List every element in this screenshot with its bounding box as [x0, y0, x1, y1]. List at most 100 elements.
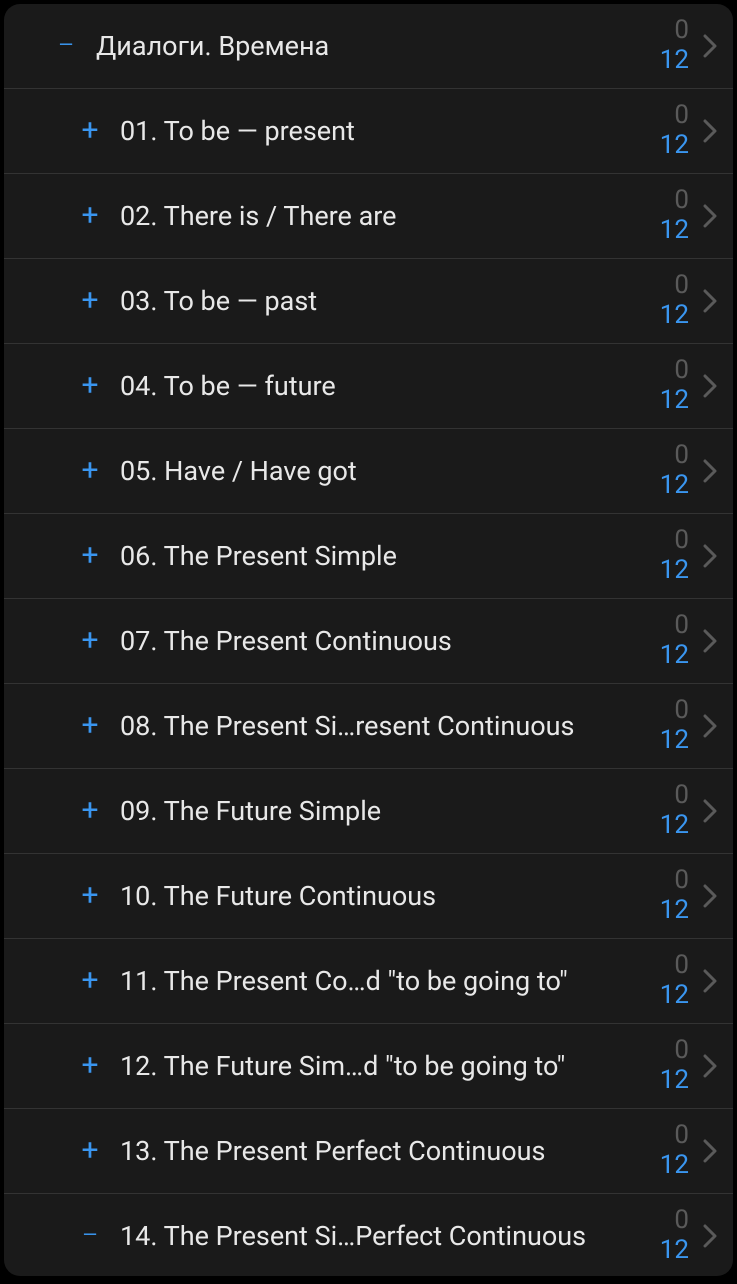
list-header-row[interactable]: − Диалоги. Времена 0 12	[4, 4, 733, 89]
count-total: 12	[660, 1066, 689, 1096]
count-completed: 0	[674, 186, 689, 216]
list-item[interactable]: −14. The Present Si…Perfect Continuous 01…	[4, 1194, 733, 1276]
item-label: 13. The Present Perfect Continuous	[120, 1135, 660, 1167]
list-item[interactable]: +04. To be — future 012	[4, 344, 733, 429]
chevron-right-icon	[703, 714, 717, 738]
expand-icon[interactable]: +	[76, 456, 104, 486]
chevron-right-icon	[703, 799, 717, 823]
expand-icon[interactable]: +	[76, 541, 104, 571]
item-counts: 012	[660, 696, 689, 756]
header-label: Диалоги. Времена	[96, 30, 660, 62]
expand-icon[interactable]: +	[76, 1136, 104, 1166]
chevron-right-icon	[703, 884, 717, 908]
item-counts: 012	[660, 866, 689, 926]
item-counts: 012	[660, 101, 689, 161]
list-item[interactable]: +07. The Present Continuous 012	[4, 599, 733, 684]
list-item[interactable]: +12. The Future Sim…d "to be going to"01…	[4, 1024, 733, 1109]
item-label: 14. The Present Si…Perfect Continuous	[120, 1220, 660, 1252]
chevron-right-icon	[703, 1224, 717, 1248]
list-item[interactable]: +02. There is / There are012	[4, 174, 733, 259]
item-counts: 012	[660, 951, 689, 1011]
plus-icon: +	[81, 1136, 98, 1166]
count-total: 12	[660, 896, 689, 926]
chevron-right-icon	[703, 459, 717, 483]
expand-icon[interactable]: +	[76, 796, 104, 826]
list-item[interactable]: +05. Have / Have got012	[4, 429, 733, 514]
plus-icon: +	[81, 541, 98, 571]
item-counts: 012	[660, 441, 689, 501]
header-counts: 0 12	[660, 16, 689, 76]
count-total: 12	[660, 1151, 689, 1181]
count-completed: 0	[674, 781, 689, 811]
expand-icon[interactable]: +	[76, 626, 104, 656]
item-label: 02. There is / There are	[120, 200, 660, 232]
count-total: 12	[660, 1236, 689, 1266]
list-item[interactable]: +09. The Future Simple012	[4, 769, 733, 854]
list-item[interactable]: +13. The Present Perfect Continuous012	[4, 1109, 733, 1194]
list-item[interactable]: +01. To be — present012	[4, 89, 733, 174]
count-completed: 0	[674, 101, 689, 131]
plus-icon: +	[81, 286, 98, 316]
list-item[interactable]: +06. The Present Simple012	[4, 514, 733, 599]
chevron-right-icon	[703, 1139, 717, 1163]
count-completed: 0	[674, 866, 689, 896]
expand-icon[interactable]: +	[76, 201, 104, 231]
count-total: 12	[660, 471, 689, 501]
count-completed: 0	[674, 1206, 689, 1236]
item-label: 09. The Future Simple	[120, 795, 660, 827]
expand-icon[interactable]: +	[76, 286, 104, 316]
count-completed: 0	[674, 526, 689, 556]
item-label: 05. Have / Have got	[120, 455, 660, 487]
expand-icon[interactable]: +	[76, 881, 104, 911]
item-counts: 012	[660, 1121, 689, 1181]
plus-icon: +	[81, 966, 98, 996]
count-completed: 0	[674, 356, 689, 386]
collapse-icon[interactable]: −	[52, 31, 80, 61]
count-total: 12	[660, 981, 689, 1011]
plus-icon: +	[81, 796, 98, 826]
item-counts: 012	[660, 271, 689, 331]
count-completed: 0	[674, 271, 689, 301]
count-total: 12	[660, 216, 689, 246]
item-label: 07. The Present Continuous	[120, 625, 660, 657]
expand-icon[interactable]: +	[76, 966, 104, 996]
plus-icon: +	[81, 711, 98, 741]
item-counts: 012	[660, 186, 689, 246]
item-label: 04. To be — future	[120, 370, 660, 402]
expand-icon[interactable]: +	[76, 711, 104, 741]
item-label: 06. The Present Simple	[120, 540, 660, 572]
count-completed: 0	[674, 611, 689, 641]
chevron-right-icon	[703, 204, 717, 228]
list-item[interactable]: +11. The Present Co…d "to be going to"01…	[4, 939, 733, 1024]
list-container: − Диалоги. Времена 0 12 +01. To be — pre…	[4, 4, 733, 1276]
count-completed: 0	[674, 1036, 689, 1066]
expand-icon[interactable]: +	[76, 371, 104, 401]
count-total: 12	[660, 386, 689, 416]
count-completed: 0	[674, 696, 689, 726]
chevron-right-icon	[703, 629, 717, 653]
item-label: 12. The Future Sim…d "to be going to"	[120, 1050, 660, 1082]
item-counts: 012	[660, 1036, 689, 1096]
list-item[interactable]: +10. The Future Continuous012	[4, 854, 733, 939]
plus-icon: +	[81, 201, 98, 231]
expand-icon[interactable]: +	[76, 1051, 104, 1081]
list-item[interactable]: +03. To be — past012	[4, 259, 733, 344]
chevron-right-icon	[703, 1054, 717, 1078]
collapse-icon[interactable]: −	[76, 1221, 104, 1251]
count-completed: 0	[674, 441, 689, 471]
plus-icon: +	[81, 456, 98, 486]
expand-icon[interactable]: +	[76, 116, 104, 146]
item-counts: 012	[660, 781, 689, 841]
count-completed: 0	[674, 16, 689, 46]
count-total: 12	[660, 641, 689, 671]
item-label: 11. The Present Co…d "to be going to"	[120, 965, 660, 997]
list-item[interactable]: +08. The Present Si…resent Continuous012	[4, 684, 733, 769]
plus-icon: +	[81, 116, 98, 146]
count-total: 12	[660, 301, 689, 331]
item-label: 08. The Present Si…resent Continuous	[120, 710, 660, 742]
count-total: 12	[660, 46, 689, 76]
count-total: 12	[660, 131, 689, 161]
count-completed: 0	[674, 951, 689, 981]
plus-icon: +	[81, 371, 98, 401]
plus-icon: +	[81, 626, 98, 656]
